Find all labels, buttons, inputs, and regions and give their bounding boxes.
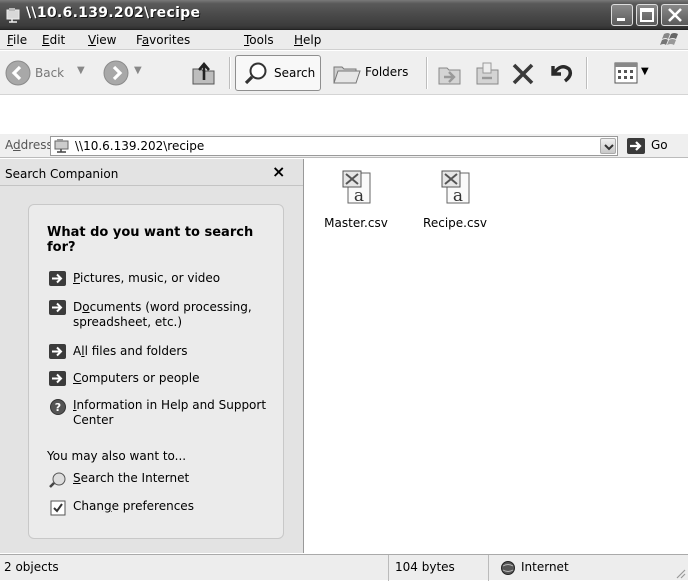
- menu-view[interactable]: View: [88, 33, 116, 47]
- chevron-down-icon: [604, 144, 614, 151]
- search-companion-title: Search Companion: [5, 167, 119, 181]
- back-arrow-icon: [5, 60, 31, 86]
- menu-bar: File Edit View Favorites Tools Help: [0, 30, 688, 50]
- file-name: Recipe.csv: [423, 216, 487, 230]
- views-dropdown-arrow-icon: ▼: [641, 66, 649, 77]
- file-name: Master.csv: [324, 216, 388, 230]
- close-pane-button[interactable]: ×: [272, 162, 285, 181]
- svg-text:?: ?: [55, 401, 61, 414]
- file-item-recipe[interactable]: a Recipe.csv: [410, 169, 500, 230]
- back-dropdown-arrow-icon: ▼: [77, 65, 85, 76]
- help-question-icon: ?: [50, 399, 66, 415]
- minimize-button[interactable]: [611, 4, 633, 26]
- arrow-right-icon: [49, 300, 66, 315]
- search-question: What do you want to search for?: [47, 225, 254, 255]
- move-to-icon[interactable]: [436, 60, 464, 88]
- title-bar[interactable]: \\10.6.139.202\recipe: [0, 0, 688, 30]
- status-bar: 2 objects 104 bytes Internet: [0, 554, 688, 581]
- svg-text:a: a: [354, 186, 364, 206]
- views-button[interactable]: ▼: [613, 60, 657, 86]
- network-folder-icon: [6, 8, 20, 23]
- delete-icon[interactable]: [510, 61, 536, 87]
- preferences-checkbox-icon: [50, 500, 66, 516]
- menu-edit[interactable]: Edit: [42, 33, 65, 47]
- folders-button[interactable]: Folders: [330, 57, 420, 89]
- copy-to-icon[interactable]: [474, 60, 502, 88]
- file-list-area: a Master.csv a Recipe.csv: [305, 159, 688, 553]
- search-options-card: What do you want to search for? Pictures…: [28, 204, 284, 539]
- svg-text:a: a: [453, 186, 463, 206]
- status-size: 104 bytes: [395, 560, 455, 574]
- search-internet-icon: [49, 472, 66, 488]
- csv-file-icon: a: [441, 170, 470, 206]
- close-window-button[interactable]: [661, 4, 688, 26]
- arrow-right-icon: [49, 344, 66, 359]
- maximize-button[interactable]: [636, 4, 658, 26]
- window-title: \\10.6.139.202\recipe: [26, 5, 201, 21]
- file-item-master[interactable]: a Master.csv: [311, 169, 401, 230]
- views-grid-icon: [614, 62, 638, 84]
- resize-grip-icon[interactable]: [674, 567, 686, 579]
- arrow-right-icon: [49, 271, 66, 286]
- search-button[interactable]: Search: [235, 55, 321, 91]
- internet-globe-icon: [501, 561, 515, 575]
- address-input[interactable]: \\10.6.139.202\recipe: [50, 136, 618, 156]
- arrow-right-icon: [49, 371, 66, 386]
- forward-dropdown-arrow-icon: ▼: [134, 65, 142, 76]
- status-objects: 2 objects: [4, 560, 59, 574]
- forward-arrow-icon: [103, 60, 129, 86]
- network-drive-icon: [54, 139, 69, 153]
- status-zone: Internet: [521, 560, 569, 574]
- folders-icon: [333, 66, 361, 84]
- back-button[interactable]: Back ▼: [4, 57, 100, 89]
- menu-tools[interactable]: Tools: [244, 33, 274, 47]
- address-bar: Address \\10.6.139.202\recipe Go: [0, 134, 688, 158]
- menu-help[interactable]: Help: [294, 33, 321, 47]
- menu-file[interactable]: File: [7, 33, 27, 47]
- go-arrow-icon: [627, 138, 645, 154]
- up-folder-icon[interactable]: [190, 60, 218, 88]
- address-value: \\10.6.139.202\recipe: [75, 139, 205, 153]
- address-dropdown-button[interactable]: [600, 138, 616, 154]
- go-button[interactable]: Go: [626, 137, 686, 155]
- standard-toolbar: Back ▼ ▼ Search Folders ▼: [0, 51, 688, 95]
- magnifier-icon: [244, 62, 267, 85]
- address-label: Address: [5, 138, 53, 152]
- csv-file-icon: a: [342, 170, 371, 206]
- undo-icon[interactable]: [547, 59, 575, 87]
- search-companion-pane: Search Companion × What do you want to s…: [0, 159, 304, 553]
- windows-logo-icon: [660, 33, 678, 45]
- forward-button[interactable]: ▼: [98, 57, 146, 89]
- also-want-label: You may also want to...: [47, 449, 187, 463]
- menu-favorites[interactable]: Favorites: [136, 33, 190, 47]
